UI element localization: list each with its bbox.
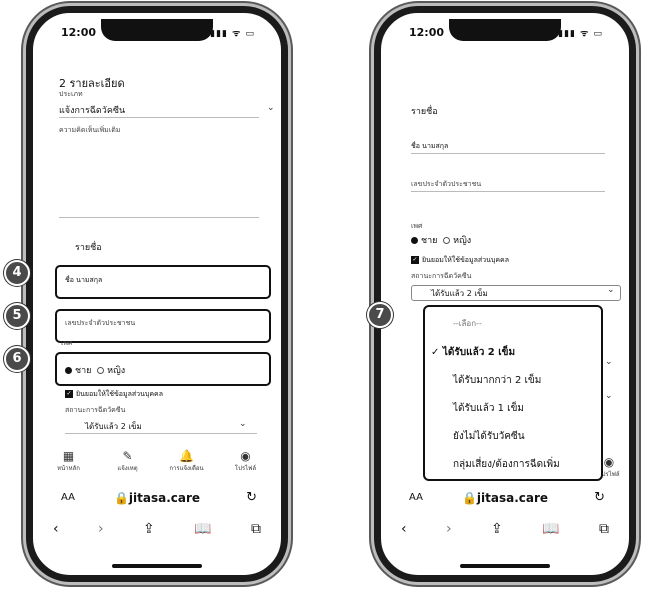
- gender-label: เพศ: [61, 339, 73, 347]
- share-icon[interactable]: ⇪: [143, 521, 155, 537]
- phone-left: 12:00 ▮▮▮ ᯤ ▭ 2 รายละเอียด ประเภท แจ้งกา…: [26, 6, 288, 582]
- callout-badge-4: 4: [4, 260, 30, 286]
- gender-options: ชาย หญิง: [411, 233, 471, 247]
- home-icon: ▦: [62, 449, 75, 463]
- forward-icon[interactable]: ›: [98, 521, 104, 537]
- gender-options: ชาย หญิง: [65, 363, 125, 377]
- bookmarks-icon[interactable]: 📖: [542, 521, 559, 537]
- nav-home[interactable]: ▦ หน้าหลัก: [45, 449, 93, 473]
- gender-female-label: หญิง: [107, 366, 126, 376]
- radio-female[interactable]: [97, 367, 105, 374]
- url-label: jitasa.care: [476, 491, 549, 505]
- comment-placeholder[interactable]: ความคิดเห็นเพิ่มเติม: [59, 125, 120, 136]
- reload-icon[interactable]: ↻: [594, 490, 605, 505]
- profile-icon: ◉: [240, 449, 251, 463]
- back-icon[interactable]: ‹: [53, 521, 59, 537]
- vaccine-dropdown-menu: --เลือก-- ✓ ได้รับแล้ว 2 เข็ม ได้รับมากก…: [423, 305, 603, 481]
- chevron-down-icon[interactable]: ⌄: [607, 285, 615, 295]
- status-bar: 12:00 ▮▮▮ ᯤ ▭: [409, 26, 603, 40]
- nav-report-label: แจ้งเหตุ: [117, 465, 138, 472]
- checkbox-icon[interactable]: ✓: [411, 256, 419, 264]
- nav-profile[interactable]: ◉ โปรไฟล์: [222, 449, 270, 473]
- vaccine-underline: [65, 433, 257, 434]
- callout-badge-6: 6: [4, 346, 30, 372]
- phone-left-screen: 12:00 ▮▮▮ ᯤ ▭ 2 รายละเอียด ประเภท แจ้งกา…: [39, 19, 275, 569]
- dropdown-option[interactable]: ยังไม่ได้รับวัคซีน: [453, 429, 525, 444]
- type-select-value[interactable]: แจ้งการฉีดวัคซีน: [59, 103, 125, 117]
- nav-report[interactable]: ✎ แจ้งเหตุ: [104, 449, 152, 473]
- id-field[interactable]: เลขประจำตัวประชาชน: [65, 318, 135, 329]
- url-label: jitasa.care: [128, 491, 201, 505]
- url-text[interactable]: 🔒jitasa.care: [39, 491, 275, 505]
- share-icon[interactable]: ⇪: [491, 521, 503, 537]
- consent-row[interactable]: ✓ ยินยอมให้ใช้ข้อมูลส่วนบุคคล: [411, 255, 509, 266]
- radio-female[interactable]: [443, 237, 451, 244]
- status-icons: ▮▮▮ ᯤ ▭: [558, 29, 603, 39]
- comment-underline: [59, 217, 259, 218]
- bell-icon: 🔔: [179, 449, 194, 463]
- phone-right: 12:00 ▮▮▮ ᯤ ▭ รายชื่อ ชื่อ นามสกุล เลขปร…: [374, 6, 636, 582]
- tabs-icon[interactable]: ⧉: [251, 521, 261, 537]
- gender-label: เพศ: [411, 222, 423, 230]
- reload-icon[interactable]: ↻: [246, 490, 257, 505]
- checkbox-icon[interactable]: ✓: [65, 390, 73, 398]
- url-bar[interactable]: AA 🔒jitasa.care ↻: [39, 489, 275, 509]
- gender-male-label: ชาย: [75, 366, 92, 376]
- list-title: รายชื่อ: [75, 243, 102, 253]
- radio-male[interactable]: [65, 367, 72, 374]
- name-field[interactable]: ชื่อ นามสกุล: [65, 275, 102, 286]
- dropdown-option-selected[interactable]: ✓ ได้รับแล้ว 2 เข็ม: [431, 345, 515, 360]
- report-icon: ✎: [122, 449, 133, 463]
- consent-text: ยินยอมให้ใช้ข้อมูลส่วนบุคคล: [76, 390, 163, 398]
- type-label: ประเภท: [59, 90, 83, 98]
- nav-notifications[interactable]: 🔔 การแจ้งเตือน: [163, 449, 211, 473]
- bookmarks-icon[interactable]: 📖: [194, 521, 211, 537]
- vaccine-label: สถานะการฉีดวัคซีน: [65, 406, 126, 414]
- name-field[interactable]: ชื่อ นามสกุล: [411, 141, 448, 152]
- consent-text: ยินยอมให้ใช้ข้อมูลส่วนบุคคล: [422, 256, 509, 264]
- url-text[interactable]: 🔒jitasa.care: [387, 491, 623, 505]
- divider: [59, 117, 259, 118]
- radio-male[interactable]: [411, 237, 418, 244]
- checkmark-icon: ✓: [431, 347, 440, 358]
- dropdown-option[interactable]: กลุ่มเสี่ยง/ต้องการฉีดเพิ่ม: [453, 457, 560, 472]
- status-time: 12:00: [409, 26, 445, 39]
- bottom-nav: ▦ หน้าหลัก ✎ แจ้งเหตุ 🔔 การแจ้งเตือน ◉ โปรไฟ…: [39, 449, 275, 473]
- callout-badge-7: 7: [367, 302, 393, 328]
- dropdown-option[interactable]: --เลือก--: [453, 317, 482, 330]
- url-bar[interactable]: AA 🔒jitasa.care ↻: [387, 489, 623, 509]
- chevron-down-icon: ⌄: [605, 357, 613, 367]
- browser-toolbar: ‹ › ⇪ 📖 ⧉: [53, 521, 261, 537]
- vaccine-label: สถานะการฉีดวัคซีน: [411, 272, 472, 280]
- callout-badge-5: 5: [4, 303, 30, 329]
- option-label: ได้รับแล้ว 2 เข็ม: [442, 347, 516, 358]
- id-field[interactable]: เลขประจำตัวประชาชน: [411, 179, 481, 190]
- chevron-down-icon[interactable]: ⌄: [267, 103, 275, 113]
- id-underline: [411, 191, 605, 192]
- tabs-icon[interactable]: ⧉: [599, 521, 609, 537]
- chevron-down-icon[interactable]: ⌄: [239, 419, 247, 429]
- status-bar: 12:00 ▮▮▮ ᯤ ▭: [61, 26, 255, 40]
- name-underline: [411, 153, 605, 154]
- dropdown-option[interactable]: ได้รับมากกว่า 2 เข็ม: [453, 373, 541, 388]
- nav-home-label: หน้าหลัก: [57, 465, 80, 472]
- browser-toolbar: ‹ › ⇪ 📖 ⧉: [401, 521, 609, 537]
- home-indicator: [112, 564, 202, 568]
- status-icons: ▮▮▮ ᯤ ▭: [210, 29, 255, 39]
- chevron-down-icon: ⌄: [605, 391, 613, 401]
- gender-male-label: ชาย: [421, 236, 438, 246]
- dropdown-option[interactable]: ได้รับแล้ว 1 เข็ม: [453, 401, 524, 416]
- status-time: 12:00: [61, 26, 97, 39]
- vaccine-select-value[interactable]: ได้รับแล้ว 2 เข็ม: [85, 420, 142, 433]
- vaccine-select-value[interactable]: ได้รับแล้ว 2 เข็ม: [431, 287, 488, 300]
- nav-profile-label: โปรไฟล์: [234, 465, 257, 472]
- forward-icon[interactable]: ›: [446, 521, 452, 537]
- list-title: รายชื่อ: [411, 107, 438, 117]
- phone-right-screen: 12:00 ▮▮▮ ᯤ ▭ รายชื่อ ชื่อ นามสกุล เลขปร…: [387, 19, 623, 569]
- consent-row[interactable]: ✓ ยินยอมให้ใช้ข้อมูลส่วนบุคคล: [65, 389, 163, 400]
- nav-notifications-label: การแจ้งเตือน: [169, 465, 204, 472]
- gender-female-label: หญิง: [453, 236, 472, 246]
- home-indicator: [460, 564, 550, 568]
- back-icon[interactable]: ‹: [401, 521, 407, 537]
